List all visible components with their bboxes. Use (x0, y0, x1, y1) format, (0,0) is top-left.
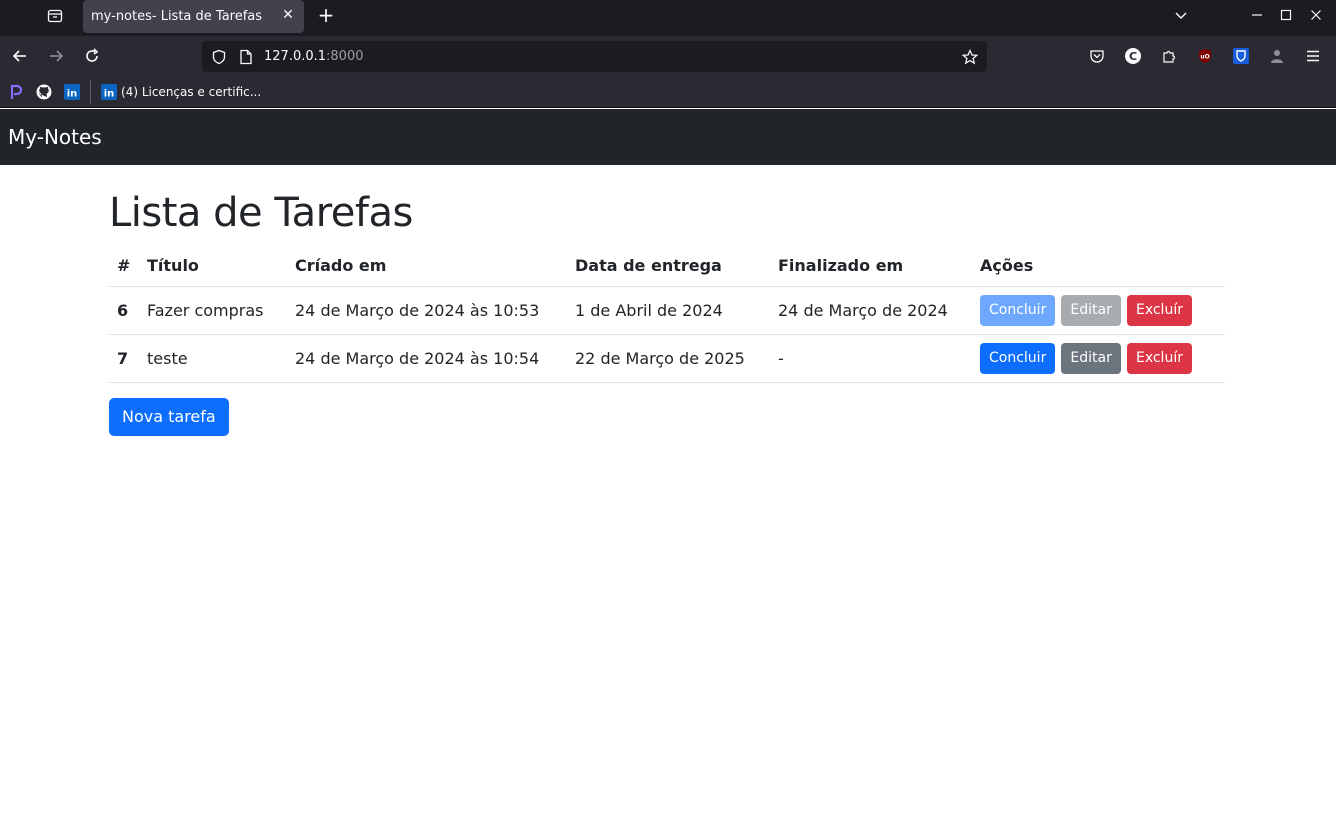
app-brand[interactable]: My-Notes (8, 125, 102, 149)
url-port: :8000 (326, 49, 364, 64)
new-task-button[interactable]: Nova tarefa (109, 398, 229, 436)
firefox-view-icon[interactable] (40, 4, 70, 28)
browser-nav-bar: 127.0.0.1:8000 C uO (0, 36, 1336, 76)
browser-tab-active[interactable]: my-notes- Lista de Tarefas ✕ (83, 0, 304, 33)
task-title: teste (139, 334, 287, 383)
tab-list-chevron-icon[interactable] (1169, 4, 1193, 26)
tab-title: my-notes- Lista de Tarefas (91, 9, 263, 24)
maximize-window-icon[interactable] (1274, 4, 1298, 26)
minimize-window-icon[interactable] (1245, 4, 1269, 26)
task-due-date: 1 de Abril de 2024 (567, 286, 770, 335)
address-bar[interactable]: 127.0.0.1:8000 (202, 41, 987, 72)
header-finished: Finalizado em (770, 246, 972, 287)
task-due-date: 22 de Março de 2025 (567, 334, 770, 383)
browser-tab-bar: my-notes- Lista de Tarefas ✕ + (0, 0, 1336, 36)
edit-button[interactable]: Editar (1061, 294, 1121, 326)
complete-button[interactable]: Concluir (980, 294, 1056, 326)
hamburger-menu-icon[interactable] (1303, 46, 1323, 66)
tasks-table: # Título Críado em Data de entrega Final… (109, 246, 1225, 383)
task-id: 7 (109, 334, 139, 383)
bookmark-linkedin-certificates[interactable]: (4) Licenças e certific... (121, 85, 261, 99)
page-title: Lista de Tarefas (109, 190, 413, 236)
bookmarks-separator (90, 80, 91, 104)
linkedin-icon[interactable]: in (64, 84, 80, 100)
task-created: 24 de Março de 2024 às 10:53 (287, 286, 567, 335)
task-id: 6 (109, 286, 139, 335)
task-actions: Concluir Editar Excluír (972, 286, 1225, 335)
close-tab-icon[interactable]: ✕ (280, 7, 296, 23)
reload-icon[interactable] (80, 44, 104, 68)
task-created: 24 de Março de 2024 às 10:54 (287, 334, 567, 383)
extension-c-icon[interactable]: C (1123, 46, 1143, 66)
svg-text:in: in (67, 89, 78, 100)
svg-text:uO: uO (1200, 54, 1209, 61)
ublock-origin-icon[interactable]: uO (1195, 46, 1215, 66)
delete-button[interactable]: Excluír (1126, 342, 1192, 374)
header-actions: Ações (972, 246, 1225, 287)
complete-button[interactable]: Concluir (980, 342, 1056, 374)
task-finished: - (770, 334, 972, 383)
app-navbar: My-Notes (0, 109, 1336, 165)
shield-icon[interactable] (210, 48, 228, 66)
task-finished: 24 de Março de 2024 (770, 286, 972, 335)
task-title: Fazer compras (139, 286, 287, 335)
table-header-row: # Título Críado em Data de entrega Final… (109, 246, 1225, 287)
svg-text:in: in (104, 89, 115, 100)
task-actions: Concluir Editar Excluír (972, 334, 1225, 383)
delete-button[interactable]: Excluír (1126, 294, 1192, 326)
url-text[interactable]: 127.0.0.1:8000 (264, 49, 364, 64)
svg-text:C: C (1129, 50, 1137, 63)
extension-agent-icon[interactable] (1267, 46, 1287, 66)
header-due-date: Data de entrega (567, 246, 770, 287)
edit-button[interactable]: Editar (1061, 342, 1121, 374)
pocket-icon[interactable] (1087, 46, 1107, 66)
header-title: Título (139, 246, 287, 287)
bitwarden-icon[interactable] (1231, 46, 1251, 66)
bookmarks-toolbar: in in (4) Licenças e certific... (0, 76, 1336, 108)
bookmark-star-icon[interactable] (961, 48, 979, 66)
url-host: 127.0.0.1 (264, 49, 327, 64)
github-icon[interactable] (36, 84, 52, 100)
linkedin-bookmark-icon[interactable]: in (101, 84, 117, 100)
proton-pass-icon[interactable] (8, 84, 24, 100)
header-created: Críado em (287, 246, 567, 287)
header-number: # (109, 246, 139, 287)
table-row: 7 teste 24 de Março de 2024 às 10:54 22 … (109, 334, 1225, 383)
back-arrow-icon[interactable] (8, 44, 32, 68)
forward-arrow-icon[interactable] (44, 44, 68, 68)
extensions-puzzle-icon[interactable] (1159, 46, 1179, 66)
table-row: 6 Fazer compras 24 de Março de 2024 às 1… (109, 286, 1225, 335)
close-window-icon[interactable] (1304, 4, 1328, 26)
new-tab-button[interactable]: + (316, 4, 336, 26)
page-icon (237, 48, 255, 66)
